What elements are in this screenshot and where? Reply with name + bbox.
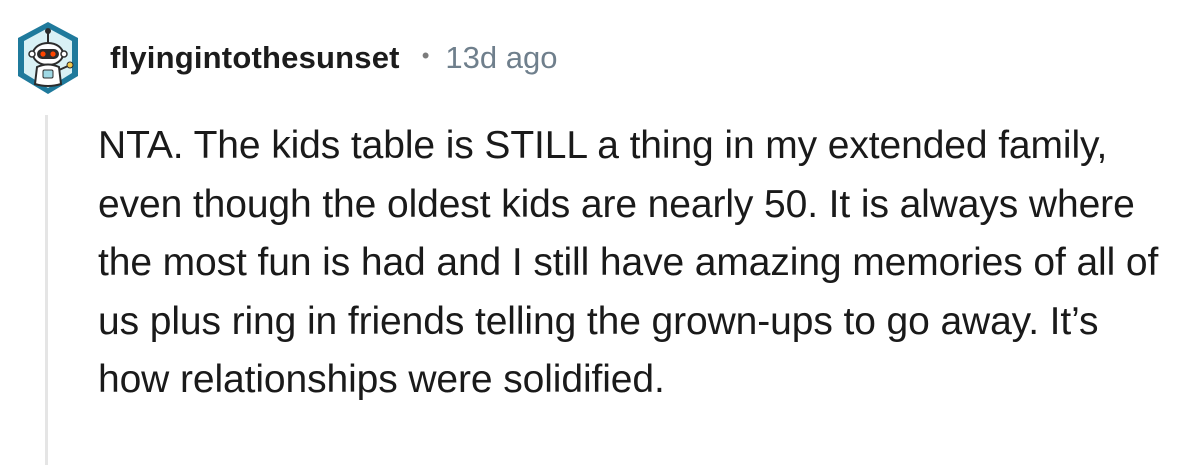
thread-line[interactable] — [45, 115, 48, 465]
comment-body: NTA. The kids table is STILL a thing in … — [98, 124, 1159, 401]
comment: flyingintothesunset • 13d ago NTA. The k… — [0, 0, 1180, 465]
snoo-robot-avatar-icon — [18, 22, 78, 94]
separator-dot: • — [421, 43, 430, 68]
username-link[interactable]: flyingintothesunset — [110, 40, 400, 76]
user-avatar[interactable] — [12, 18, 84, 98]
comment-header: flyingintothesunset • 13d ago — [110, 36, 557, 80]
timestamp[interactable]: 13d ago — [445, 40, 557, 76]
